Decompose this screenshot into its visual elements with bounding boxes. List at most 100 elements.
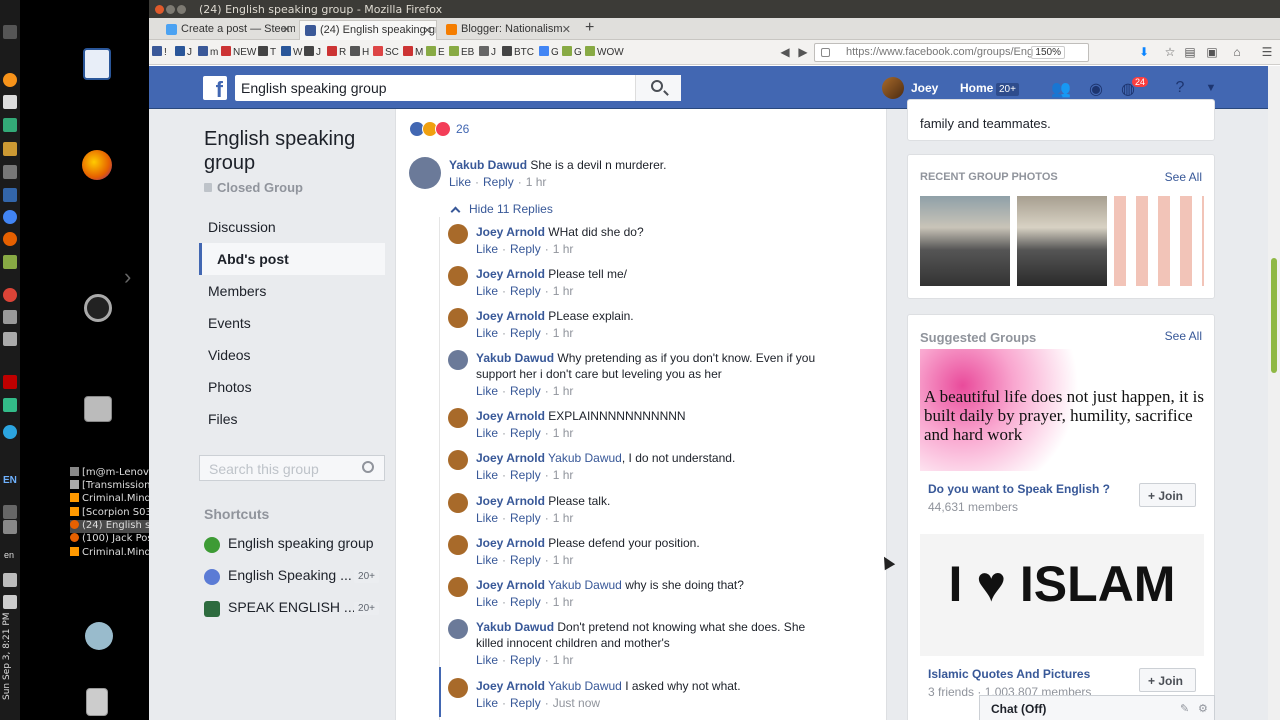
like-link[interactable]: Like [476,326,498,340]
tab-blogger[interactable]: Blogger: Nationalism ✕ [441,20,575,40]
reply-link[interactable]: Reply [483,175,514,189]
bookmark-item[interactable]: M [403,46,423,58]
bookmark-item[interactable]: ! [152,46,167,58]
comment-author[interactable]: Yakub Dawud [476,351,554,365]
comment-author[interactable]: Joey Arnold [476,578,545,592]
comment-timestamp[interactable]: 1 hr [553,553,574,567]
reply-link[interactable]: Reply [510,326,541,340]
scrollbar-thumb[interactable] [1271,258,1277,373]
avatar[interactable] [448,308,468,328]
close-window-icon[interactable] [155,5,164,14]
group-search-input[interactable]: Search this group [199,455,385,481]
comment-timestamp[interactable]: 1 hr [553,653,574,667]
bookmark-item[interactable]: E [426,46,445,58]
comment-timestamp[interactable]: 1 hr [553,595,574,609]
chevron-right-icon[interactable]: › [124,264,134,289]
friend-requests-icon[interactable]: 👥 [1051,79,1071,98]
group-photo[interactable] [920,196,1010,286]
url-bar[interactable]: https://www.facebook.com/groups/Eng 150% [814,43,1089,62]
app-icon[interactable] [3,398,17,412]
comment-timestamp[interactable]: 1 hr [553,242,574,256]
like-link[interactable]: Like [476,242,498,256]
bookmark-item[interactable]: WOW [585,46,624,58]
tab-steemit[interactable]: Create a post — Steemit ✕ [161,20,295,40]
app-icon[interactable] [3,332,17,346]
close-tab-icon[interactable]: ✕ [562,23,571,36]
comment-timestamp[interactable]: 1 hr [553,468,574,482]
extension-icon[interactable]: ▣ [1205,45,1219,59]
bookmark-list-icon[interactable]: ▤ [1183,45,1197,59]
see-all-photos-link[interactable]: See All [1165,170,1202,184]
comment-timestamp[interactable]: Just now [553,696,600,710]
firefox-icon[interactable] [82,150,112,180]
reply-link[interactable]: Reply [510,696,541,710]
files-icon[interactable] [3,142,17,156]
reply-link[interactable]: Reply [510,553,541,567]
gear-icon[interactable]: ⚙ [1198,702,1210,715]
page-scrollbar[interactable] [1268,66,1280,720]
bookmark-item[interactable]: J [479,46,496,58]
like-link[interactable]: Like [476,426,498,440]
volume-icon[interactable] [3,573,17,587]
comment-timestamp[interactable]: 1 hr [553,426,574,440]
reactions-summary[interactable]: 26 [409,121,469,137]
file-cabinet-icon[interactable] [84,396,112,422]
suggested-group-image[interactable]: I ♥ ISLAM [920,534,1204,656]
comment-author[interactable]: Joey Arnold [476,536,545,550]
help-icon[interactable]: ? [1170,79,1190,97]
account-menu-chevron-icon[interactable]: ▼ [1201,82,1221,100]
bitcoin-icon[interactable] [3,73,17,87]
shortcut-speak-english[interactable]: SPEAK ENGLISH ... 20+ [199,594,385,626]
back-icon[interactable]: ◀ [778,45,792,59]
avatar[interactable] [448,350,468,370]
avatar[interactable] [882,77,904,99]
group-photo[interactable] [1017,196,1107,286]
compose-icon[interactable]: ✎ [1180,702,1192,715]
mention-tag[interactable]: Yakub Dawud [548,578,622,592]
maximize-window-icon[interactable] [177,5,186,14]
monitor-icon[interactable] [3,188,17,202]
filezilla-icon[interactable] [3,375,17,389]
avatar[interactable] [448,678,468,698]
home-icon[interactable]: ⌂ [1230,45,1244,59]
suggested-group-name[interactable]: Do you want to Speak English ? [928,482,1110,496]
comment-author[interactable]: Joey Arnold [476,267,545,281]
like-link[interactable]: Like [476,384,498,398]
bookmark-item[interactable]: H [350,46,369,58]
like-link[interactable]: Like [476,511,498,525]
firefox-small-icon[interactable] [3,232,17,246]
reply-link[interactable]: Reply [510,468,541,482]
group-photo[interactable] [1114,196,1204,286]
comment-author[interactable]: Joey Arnold [476,225,545,239]
browser-icon[interactable] [3,210,17,224]
search-icon[interactable] [362,461,374,473]
like-link[interactable]: Like [476,696,498,710]
clock[interactable]: Sun Sep 3, 8:21 PM [2,600,18,700]
facebook-search-input[interactable]: English speaking group [235,75,681,101]
bookmark-item[interactable]: R [327,46,346,58]
suggested-group-image[interactable]: A beautiful life does not just happen, i… [920,349,1204,471]
chrome-icon[interactable] [3,288,17,302]
comment-timestamp[interactable]: 1 hr [553,326,574,340]
suggested-group-name[interactable]: Islamic Quotes And Pictures [928,667,1090,681]
nav-discussion[interactable]: Discussion [199,211,385,243]
messenger-icon[interactable]: ◉ [1086,79,1106,98]
avatar[interactable] [448,493,468,513]
avatar[interactable] [448,266,468,286]
network-icon[interactable] [3,505,17,519]
nav-videos[interactable]: Videos [199,339,385,371]
home-link[interactable]: Home [960,81,993,95]
comment-timestamp[interactable]: 1 hr [553,511,574,525]
comment-author[interactable]: Joey Arnold [476,494,545,508]
bookmark-item[interactable]: G [539,46,559,58]
like-link[interactable]: Like [449,175,471,189]
avatar[interactable] [448,450,468,470]
comment-timestamp[interactable]: 1 hr [553,284,574,298]
shortcut-english-speaking-group[interactable]: English speaking group [199,530,385,562]
star-icon[interactable]: ☆ [1163,45,1177,59]
profile-link[interactable]: Joey [911,81,938,95]
search-button[interactable] [635,75,681,101]
bookmark-item[interactable]: NEW [221,46,256,58]
comment-author[interactable]: Joey Arnold [476,679,545,693]
comment-timestamp[interactable]: 1 hr [526,175,547,189]
